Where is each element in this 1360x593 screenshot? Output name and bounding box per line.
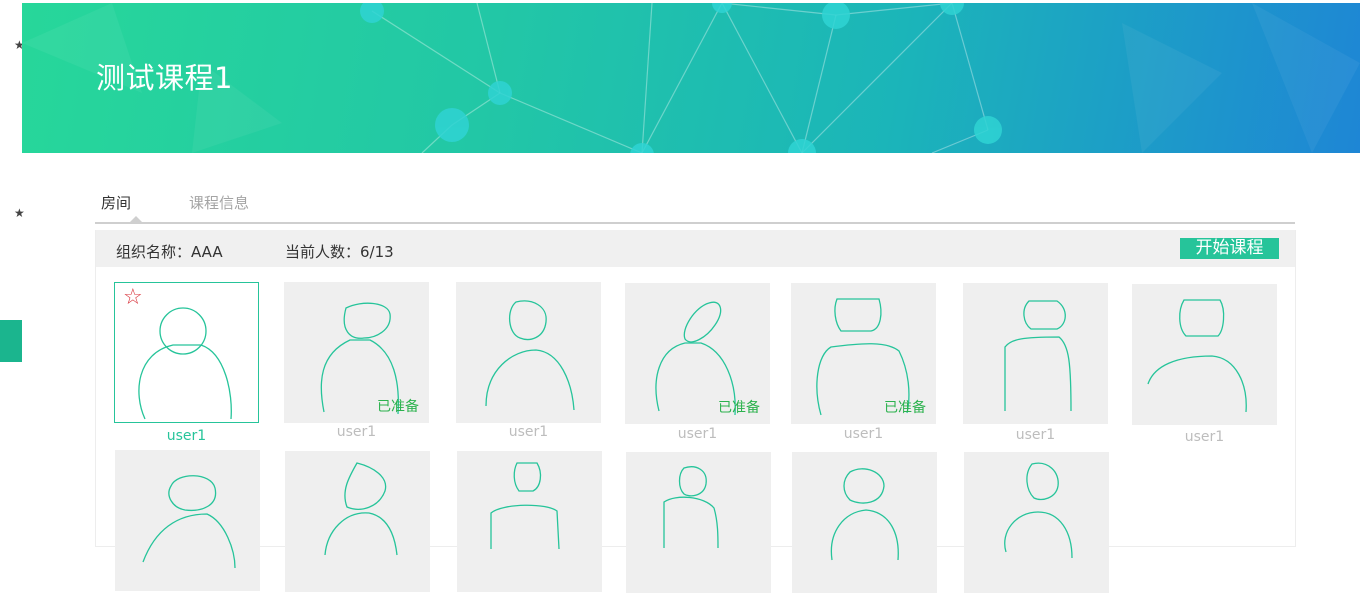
participant-card[interactable]: [115, 450, 260, 591]
host-star-icon: ☆: [123, 285, 143, 310]
participant-card[interactable]: [792, 452, 937, 593]
participant-card[interactable]: [285, 451, 430, 592]
organization-name: 组织名称：AAA: [116, 243, 223, 261]
active-tab-indicator: [129, 216, 143, 223]
participant-card[interactable]: [963, 283, 1108, 424]
participant-count: 当前人数：6/13: [285, 243, 394, 261]
participant-card[interactable]: [456, 282, 601, 423]
participant-name: user1: [166, 428, 207, 444]
participant-card[interactable]: 已准备: [791, 283, 936, 424]
participant-card[interactable]: [964, 452, 1109, 593]
participant-card[interactable]: 已准备: [284, 282, 429, 423]
avatar-sketch-icon: [1147, 299, 1247, 413]
tab-room[interactable]: 房间: [101, 192, 131, 213]
star-icon: ★: [14, 206, 25, 220]
avatar-sketch-icon: [1004, 462, 1073, 559]
participant-card[interactable]: [457, 451, 602, 592]
participant-name: user1: [508, 424, 549, 440]
course-title: 测试课程1: [96, 61, 233, 95]
participant-name: user1: [1184, 429, 1225, 445]
avatar-sketch-icon: [830, 468, 899, 561]
participant-name: user1: [336, 424, 377, 440]
avatar-sketch-icon: [324, 462, 398, 556]
avatar-sketch-icon: [663, 466, 719, 549]
participant-card[interactable]: [626, 452, 771, 593]
ready-status: 已准备: [377, 399, 419, 415]
ready-status: 已准备: [718, 400, 760, 416]
participant-card[interactable]: ☆: [114, 282, 259, 423]
room-panel: 组织名称：AAA 当前人数：6/13 开始课程 ☆ user1 已准备 user…: [95, 230, 1296, 593]
course-banner: 测试课程1: [22, 3, 1360, 153]
avatar-sketch-icon: [1004, 300, 1072, 412]
sidebar-toggle[interactable]: [0, 320, 22, 362]
avatar-sketch-icon: [490, 462, 560, 550]
participant-name: user1: [677, 426, 718, 442]
start-course-button[interactable]: 开始课程: [1180, 238, 1279, 259]
participant-card[interactable]: 已准备: [625, 283, 770, 424]
left-sidebar-edge: ★ ★: [0, 0, 25, 563]
participant-card[interactable]: [1132, 284, 1277, 425]
tab-course-info[interactable]: 课程信息: [189, 192, 249, 213]
avatar-sketch-icon: [142, 475, 236, 569]
participant-name: user1: [843, 426, 884, 442]
avatar-sketch-icon: [485, 300, 575, 411]
tab-bar: 房间 课程信息: [95, 186, 1295, 224]
room-info-bar: 组织名称：AAA 当前人数：6/13 开始课程: [96, 230, 1295, 267]
ready-status: 已准备: [884, 400, 926, 416]
participant-name: user1: [1015, 427, 1056, 443]
